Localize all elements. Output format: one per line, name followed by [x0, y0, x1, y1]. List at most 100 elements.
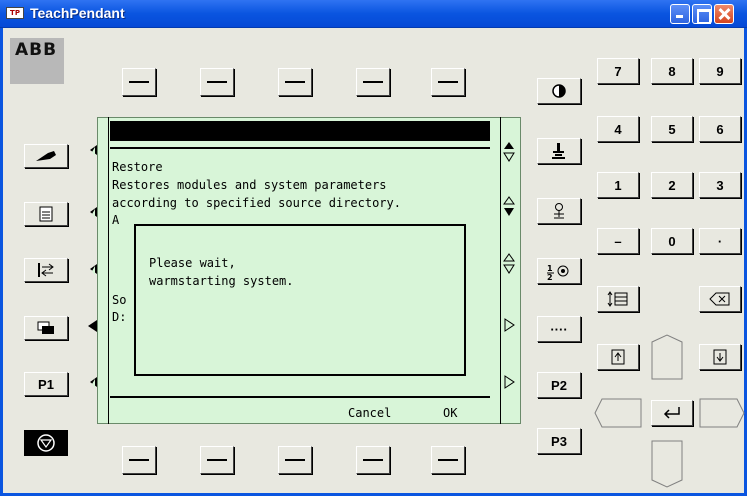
close-icon — [715, 5, 733, 23]
p2-button[interactable]: P2 — [537, 372, 581, 398]
scroll-empty-icon — [503, 253, 515, 274]
arrow-up-button[interactable] — [651, 334, 683, 380]
top-function-key-4[interactable] — [356, 68, 390, 96]
key-8[interactable]: 8 — [651, 58, 693, 84]
contrast-button[interactable] — [537, 78, 581, 104]
display-arrow-left-active — [88, 320, 97, 332]
dash-icon — [438, 459, 458, 461]
contrast-icon — [552, 84, 566, 98]
display-line-so: So — [112, 293, 127, 307]
increment-button[interactable]: 12 — [537, 258, 581, 284]
bottom-function-key-1[interactable] — [122, 446, 156, 474]
top-function-key-2[interactable] — [200, 68, 234, 96]
list-select-icon — [607, 291, 628, 307]
display-title-bar — [110, 121, 490, 141]
key-5[interactable]: 5 — [651, 116, 693, 142]
display-right-border — [500, 117, 501, 424]
dialog-line-2: warmstarting system. — [149, 274, 294, 288]
scroll-up-filled-icon — [503, 142, 515, 162]
bottom-function-key-4[interactable] — [356, 446, 390, 474]
enter-button[interactable] — [651, 400, 693, 426]
page-down-icon — [713, 349, 727, 365]
window-title: TeachPendant — [30, 5, 125, 21]
bottom-function-key-5[interactable] — [431, 446, 465, 474]
svg-text:2: 2 — [547, 273, 553, 280]
display-line-2: according to specified source directory. — [112, 196, 401, 210]
top-function-key-3[interactable] — [278, 68, 312, 96]
dash-icon — [438, 81, 458, 83]
motion-type-button[interactable] — [537, 198, 581, 224]
inputs-outputs-button[interactable] — [24, 258, 68, 282]
abb-logo: ABB — [10, 38, 64, 84]
motion-unit-button[interactable] — [537, 138, 581, 164]
minimize-icon — [671, 5, 689, 23]
dash-icon — [285, 81, 305, 83]
arrow-hollow-fill — [92, 209, 95, 219]
dash-icon — [363, 459, 383, 461]
top-function-key-1[interactable] — [122, 68, 156, 96]
jog-button[interactable] — [24, 144, 68, 168]
key-0[interactable]: 0 — [651, 228, 693, 254]
key-9[interactable]: 9 — [699, 58, 741, 84]
display-line-3: A — [112, 213, 120, 227]
robot-joint-icon — [554, 203, 564, 219]
dash-icon — [363, 81, 383, 83]
maximize-button[interactable] — [692, 4, 712, 24]
dash-icon — [129, 459, 149, 461]
softkey-separator — [110, 396, 490, 398]
increment-icon: 12 — [547, 264, 569, 280]
arrow-hollow-fill — [92, 379, 95, 389]
pointer-icon — [36, 151, 56, 161]
arrow-right-button[interactable] — [699, 398, 745, 428]
document-icon — [39, 206, 53, 222]
page-down-button[interactable] — [699, 344, 741, 370]
key-2[interactable]: 2 — [651, 172, 693, 198]
display-separator — [110, 147, 490, 149]
key-minus[interactable]: – — [597, 228, 639, 254]
dash-icon — [285, 459, 305, 461]
right-arrow-hollow-icon — [504, 318, 515, 332]
page-up-icon — [611, 349, 625, 365]
key-decimal[interactable]: · — [699, 228, 741, 254]
enter-icon — [663, 407, 680, 419]
p3-button[interactable]: P3 — [537, 428, 581, 454]
key-6[interactable]: 6 — [699, 116, 741, 142]
page-up-button[interactable] — [597, 344, 639, 370]
more-options-button[interactable]: ···· — [537, 316, 581, 342]
bottom-function-key-2[interactable] — [200, 446, 234, 474]
robot-base-icon — [552, 143, 565, 159]
emergency-stop-button[interactable] — [24, 430, 68, 456]
wait-dialog — [134, 224, 466, 376]
key-7[interactable]: 7 — [597, 58, 639, 84]
key-4[interactable]: 4 — [597, 116, 639, 142]
dash-icon — [207, 459, 227, 461]
io-arrows-icon — [38, 263, 54, 277]
softkey-ok[interactable]: OK — [443, 406, 457, 420]
arrow-down-button[interactable] — [651, 440, 683, 488]
dialog-line-1: Please wait, — [149, 256, 236, 270]
arrow-left-button[interactable] — [594, 398, 642, 428]
backspace-button[interactable] — [699, 286, 741, 312]
display-line-1: Restores modules and system parameters — [112, 178, 387, 192]
key-3[interactable]: 3 — [699, 172, 741, 198]
display-left-border — [108, 117, 109, 424]
title-bar[interactable]: TP TeachPendant — [0, 0, 747, 28]
dash-icon — [129, 81, 149, 83]
backspace-icon — [709, 292, 730, 306]
program-button[interactable] — [24, 202, 68, 226]
svg-text:1: 1 — [547, 264, 553, 273]
bottom-function-key-3[interactable] — [278, 446, 312, 474]
top-function-key-5[interactable] — [431, 68, 465, 96]
softkey-cancel[interactable]: Cancel — [348, 406, 391, 420]
minimize-button[interactable] — [670, 4, 690, 24]
close-button[interactable] — [714, 4, 734, 24]
windows-icon — [37, 321, 54, 334]
windows-button[interactable] — [24, 316, 68, 340]
p1-button[interactable]: P1 — [24, 372, 68, 396]
scroll-down-filled-icon — [503, 196, 515, 216]
app-icon: TP — [6, 7, 24, 19]
arrow-hollow-fill — [92, 266, 95, 276]
list-button[interactable] — [597, 286, 639, 312]
arrow-hollow-fill — [92, 147, 95, 157]
key-1[interactable]: 1 — [597, 172, 639, 198]
